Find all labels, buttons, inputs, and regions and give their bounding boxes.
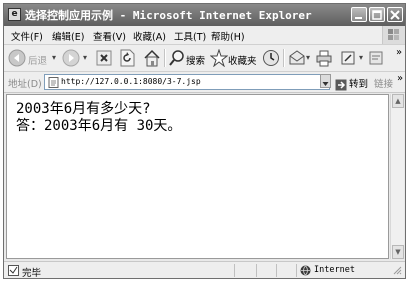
- address-bar: 地址(D) http://127.0.0.1:8080/3-7.jsp 转到 链…: [4, 72, 405, 93]
- toolbar-overflow-icon[interactable]: »: [396, 47, 402, 58]
- forward-dropdown-icon[interactable]: ▾: [83, 53, 87, 62]
- search-icon: [169, 50, 184, 66]
- discuss-icon: [369, 51, 383, 65]
- status-divider: [256, 264, 257, 277]
- status-divider: [296, 264, 297, 277]
- back-arrow-icon: [8, 49, 26, 67]
- toolbar-separator: [283, 49, 285, 67]
- discuss-button[interactable]: [368, 50, 384, 70]
- address-label: 地址(D): [8, 79, 42, 90]
- close-button[interactable]: [387, 7, 403, 22]
- browser-window: e 选择控制应用示例 - Microsoft Internet Explorer…: [3, 3, 406, 279]
- status-divider: [234, 264, 235, 277]
- close-icon: [390, 10, 400, 20]
- toolbar-separator: [164, 49, 166, 67]
- chevron-down-icon: [322, 82, 329, 86]
- resize-grip-icon[interactable]: [392, 265, 402, 275]
- history-button[interactable]: [262, 49, 280, 71]
- edit-button[interactable]: [340, 50, 356, 70]
- links-overflow-icon[interactable]: »: [397, 73, 403, 84]
- minimize-button[interactable]: [351, 7, 367, 22]
- links-button[interactable]: 链接: [374, 76, 393, 90]
- refresh-icon: [120, 49, 135, 67]
- stop-button[interactable]: [96, 50, 112, 70]
- forward-arrow-icon: [62, 49, 80, 67]
- status-text: 完毕: [22, 268, 42, 279]
- page-content: 2003年6月有多少天? 答：2003年6月有 30天。: [6, 94, 389, 259]
- history-clock-icon: [263, 50, 279, 66]
- menu-favorites[interactable]: 收藏(A): [133, 29, 166, 43]
- mail-button[interactable]: [288, 49, 306, 71]
- security-zone-text: Internet: [314, 265, 355, 275]
- minimize-icon: [355, 17, 362, 19]
- scroll-up-icon[interactable]: ▲: [392, 94, 404, 108]
- go-button[interactable]: 转到: [349, 76, 368, 90]
- home-icon: [144, 49, 160, 67]
- status-divider: [276, 264, 277, 277]
- vertical-scrollbar[interactable]: ▲ ▼: [390, 94, 404, 259]
- answer-text: 答：2003年6月有 30天。: [16, 118, 182, 134]
- menu-bar: 文件(F) 编辑(E) 查看(V) 收藏(A) 工具(T) 帮助(H): [4, 26, 405, 45]
- mail-dropdown-icon[interactable]: ▾: [306, 53, 310, 62]
- scroll-down-icon[interactable]: ▼: [392, 245, 404, 259]
- globe-icon: [300, 265, 311, 276]
- back-button[interactable]: [8, 49, 26, 71]
- menu-file[interactable]: 文件(F): [11, 29, 43, 43]
- home-button[interactable]: [143, 49, 161, 71]
- windows-flag-icon: [388, 29, 399, 40]
- printer-icon: [316, 50, 332, 67]
- address-input[interactable]: http://127.0.0.1:8080/3-7.jsp: [44, 74, 330, 90]
- favorites-button[interactable]: [209, 48, 229, 71]
- status-bar: 完毕 Internet: [4, 261, 405, 279]
- favorites-label[interactable]: 收藏夹: [228, 53, 257, 67]
- edit-page-icon: [341, 51, 355, 65]
- star-icon: [209, 48, 229, 68]
- maximize-icon: [372, 10, 382, 20]
- menu-edit[interactable]: 编辑(E): [52, 29, 84, 43]
- back-label: 后退: [28, 56, 48, 67]
- done-page-icon: [8, 265, 19, 276]
- page-icon: [48, 77, 59, 88]
- search-label[interactable]: 搜索: [186, 53, 205, 67]
- maximize-button[interactable]: [369, 7, 385, 22]
- refresh-button[interactable]: [119, 49, 135, 71]
- menu-tools[interactable]: 工具(T): [174, 29, 206, 43]
- menu-view[interactable]: 查看(V): [93, 29, 126, 43]
- forward-button[interactable]: [62, 49, 80, 71]
- menu-help[interactable]: 帮助(H): [211, 29, 245, 43]
- back-dropdown-icon[interactable]: ▾: [52, 53, 56, 62]
- mail-icon: [289, 50, 305, 65]
- windows-logo: [382, 26, 405, 44]
- search-button[interactable]: [169, 50, 185, 70]
- edit-dropdown-icon[interactable]: ▾: [359, 53, 363, 62]
- print-button[interactable]: [315, 49, 333, 71]
- window-title: 选择控制应用示例 - Microsoft Internet Explorer: [25, 9, 312, 22]
- standard-toolbar: 后退 ▾ ▾ 搜索 收藏夹 ▾ ▾ »: [4, 45, 405, 72]
- title-bar[interactable]: e 选择控制应用示例 - Microsoft Internet Explorer: [4, 4, 405, 26]
- stop-icon: [96, 50, 112, 66]
- go-arrow-icon[interactable]: [335, 76, 347, 95]
- address-url: http://127.0.0.1:8080/3-7.jsp: [61, 77, 201, 86]
- ie-page-icon: e: [8, 8, 21, 21]
- address-dropdown-button[interactable]: [320, 74, 331, 88]
